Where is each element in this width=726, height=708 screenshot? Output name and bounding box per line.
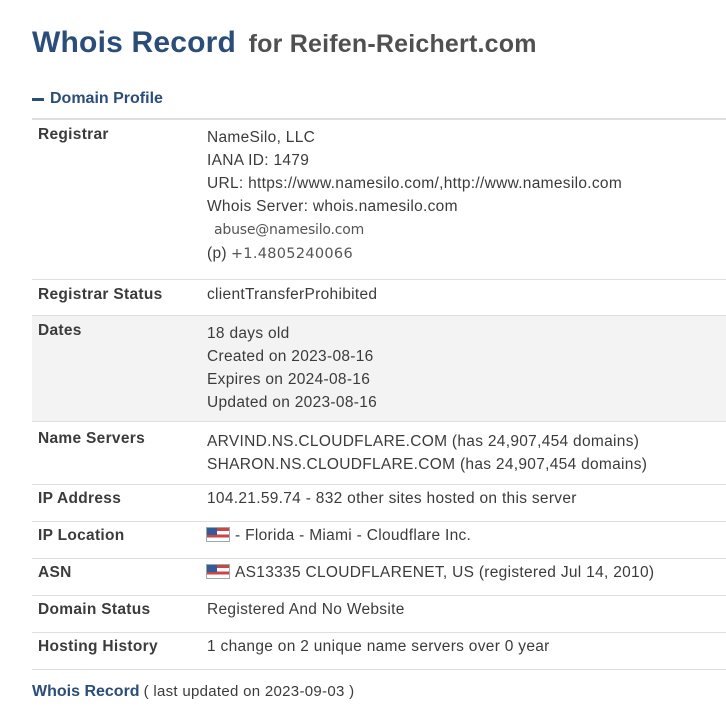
domain-profile-label: Domain Profile: [50, 90, 163, 107]
ip-location-text: - Florida - Miami - Cloudflare Inc.: [235, 527, 472, 544]
updated-date: Updated on 2023-08-16: [207, 394, 378, 411]
us-flag-icon: [207, 565, 229, 578]
whois-record-footer: Whois Record( last updated on 2023-09-03…: [32, 683, 354, 701]
hosting-history-value: 1 change on 2 unique name servers over 0…: [207, 638, 550, 655]
dates-label: Dates: [38, 322, 82, 339]
page-title: Whois Record for Reifen-Reichert.com: [32, 26, 537, 60]
asn-label: ASN: [38, 564, 72, 581]
dates-value: 18 days old Created on 2023-08-16 Expire…: [207, 316, 726, 421]
name-server-item: ARVIND.NS.CLOUDFLARE.COM (has 24,907,454…: [207, 433, 640, 450]
ip-address-label: IP Address: [38, 490, 122, 507]
registrar-status-label: Registrar Status: [38, 286, 163, 303]
phone-prefix: (p): [207, 245, 227, 262]
name-servers-value: ARVIND.NS.CLOUDFLARE.COM (has 24,907,454…: [207, 422, 726, 484]
registrar-status-row: Registrar Status clientTransferProhibite…: [32, 280, 726, 316]
registrar-value: NameSilo, LLC IANA ID: 1479 URL: https:/…: [207, 120, 726, 279]
whois-record-link[interactable]: Whois Record: [32, 683, 140, 700]
registrar-row: Registrar NameSilo, LLC IANA ID: 1479 UR…: [32, 120, 726, 280]
registrar-phone: (p) +1.4805240066: [207, 242, 726, 266]
asn-row: ASN AS13335 CLOUDFLARENET, US (registere…: [32, 559, 726, 596]
domain-status-value: Registered And No Website: [207, 601, 405, 618]
registrar-url: URL: https://www.namesilo.com/,http://ww…: [207, 175, 623, 192]
asn-value: AS13335 CLOUDFLARENET, US (registered Ju…: [207, 559, 726, 595]
registrar-name: NameSilo, LLC: [207, 129, 316, 146]
name-server-item: SHARON.NS.CLOUDFLARE.COM (has 24,907,454…: [207, 456, 648, 473]
registrar-iana: IANA ID: 1479: [207, 152, 310, 169]
created-date: Created on 2023-08-16: [207, 348, 374, 365]
domain-profile-table: Registrar NameSilo, LLC IANA ID: 1479 UR…: [32, 118, 726, 670]
name-servers-label: Name Servers: [38, 430, 146, 447]
ip-location-value: - Florida - Miami - Cloudflare Inc.: [207, 522, 726, 558]
registrar-status-value: clientTransferProhibited: [207, 286, 378, 303]
dates-row: Dates 18 days old Created on 2023-08-16 …: [32, 316, 726, 422]
minus-icon: [32, 97, 44, 101]
ip-location-label: IP Location: [38, 527, 125, 544]
domain-status-label: Domain Status: [38, 601, 151, 618]
expires-date: Expires on 2024-08-16: [207, 371, 371, 388]
domain-age: 18 days old: [207, 325, 290, 342]
last-updated-note: ( last updated on 2023-09-03 ): [143, 683, 355, 700]
page-title-domain: for Reifen-Reichert.com: [248, 30, 537, 58]
phone-number: +1.4805240066: [230, 246, 353, 262]
registrar-label: Registrar: [38, 126, 109, 143]
registrar-abuse-email: abuse@namesilo.com: [214, 222, 365, 238]
domain-status-row: Domain Status Registered And No Website: [32, 596, 726, 633]
ip-location-row: IP Location - Florida - Miami - Cloudfla…: [32, 522, 726, 559]
domain-profile-toggle[interactable]: Domain Profile: [32, 90, 163, 108]
ip-address-row: IP Address 104.21.59.74 - 832 other site…: [32, 485, 726, 522]
ip-address-value: 104.21.59.74 - 832 other sites hosted on…: [207, 490, 577, 507]
whois-page: Whois Record for Reifen-Reichert.com Dom…: [0, 0, 726, 708]
registrar-whois-server: Whois Server: whois.namesilo.com: [207, 198, 458, 215]
page-title-main: Whois Record: [32, 26, 237, 59]
us-flag-icon: [207, 528, 229, 541]
hosting-history-label: Hosting History: [38, 638, 158, 655]
name-servers-row: Name Servers ARVIND.NS.CLOUDFLARE.COM (h…: [32, 422, 726, 485]
hosting-history-row: Hosting History 1 change on 2 unique nam…: [32, 633, 726, 670]
asn-text: AS13335 CLOUDFLARENET, US (registered Ju…: [235, 564, 655, 581]
